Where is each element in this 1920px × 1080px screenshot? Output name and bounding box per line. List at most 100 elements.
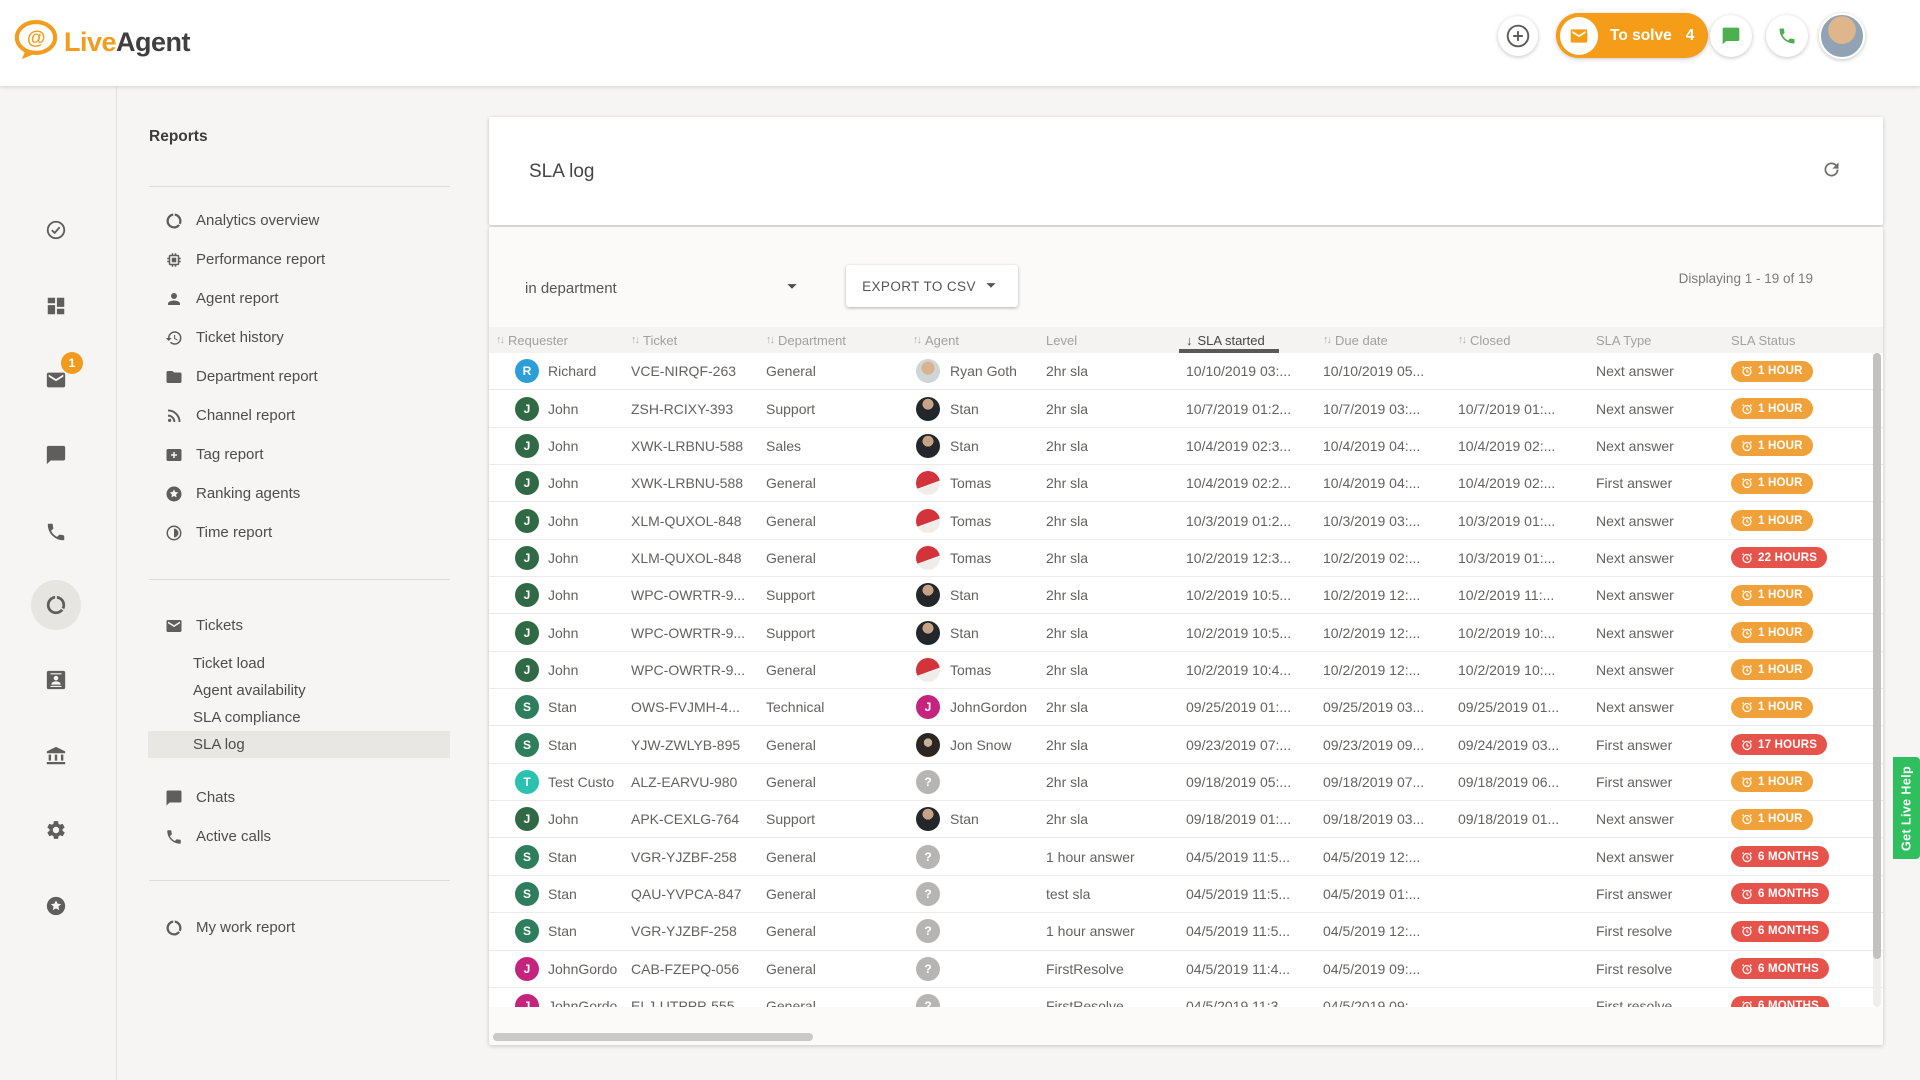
sidebar-item-agent-report[interactable]: Agent report — [117, 279, 478, 318]
requester-name: Test Custo — [548, 774, 614, 790]
sidebar-subitem-sla-compliance[interactable]: SLA compliance — [148, 704, 450, 731]
add-button[interactable] — [1498, 16, 1538, 56]
reports-icon — [45, 594, 67, 616]
sidebar-item-tickets[interactable]: Tickets — [117, 606, 478, 645]
sidebar-subitem-agent-availability[interactable]: Agent availability — [148, 677, 450, 704]
column-header-requester[interactable]: ↑↓Requester — [489, 327, 624, 353]
agent-name: Stan — [950, 625, 979, 641]
rail-contacts-button[interactable] — [36, 660, 76, 700]
agent-cell: Stan — [906, 801, 1039, 837]
sidebar-item-time-report[interactable]: Time report — [117, 513, 478, 552]
requester-name: Stan — [548, 923, 577, 939]
department-filter-select[interactable]: in department — [525, 275, 803, 301]
column-header-department[interactable]: ↑↓Department — [759, 327, 906, 353]
requester-avatar: T — [515, 770, 539, 794]
sla-status-label: 1 HOUR — [1758, 515, 1803, 527]
level-value: FirstResolve — [1046, 998, 1124, 1007]
due-date-cell-value: 10/2/2019 12:... — [1323, 625, 1420, 641]
vertical-scrollbar-thumb[interactable] — [1873, 353, 1881, 959]
horizontal-scrollbar[interactable] — [489, 1033, 1883, 1041]
unknown-agent-avatar: ? — [916, 957, 940, 981]
table-row[interactable]: JJohnGordoELJ-UTPPP-555General?FirstReso… — [489, 988, 1883, 1007]
table-row[interactable]: JJohnGordoCAB-FZEPQ-056General?FirstReso… — [489, 951, 1883, 988]
sidebar-subitem-label: Ticket load — [193, 655, 265, 672]
rail-tasks-button[interactable] — [36, 210, 76, 250]
column-header-ticket[interactable]: ↑↓Ticket — [624, 327, 759, 353]
user-avatar[interactable] — [1819, 13, 1865, 59]
horizontal-scrollbar-thumb[interactable] — [493, 1033, 813, 1041]
table-row[interactable]: JJohnXLM-QUXOL-848GeneralTomas2hr sla10/… — [489, 502, 1883, 539]
alarm-icon — [1741, 888, 1753, 900]
table-row[interactable]: JJohnWPC-OWRTR-9...SupportStan2hr sla10/… — [489, 577, 1883, 614]
rail-reports-button[interactable] — [31, 580, 81, 630]
table-row[interactable]: SStanQAU-YVPCA-847General?test sla04/5/2… — [489, 876, 1883, 913]
sidebar-item-chats[interactable]: Chats — [117, 778, 478, 817]
rail-calls-button[interactable] — [36, 512, 76, 552]
level-cell: FirstResolve — [1039, 988, 1179, 1007]
table-row[interactable]: SStanVGR-YJZBF-258General?1 hour answer0… — [489, 838, 1883, 875]
get-live-help-tab[interactable]: Get Live Help — [1893, 757, 1920, 859]
sidebar-item-performance-report[interactable]: Performance report — [117, 240, 478, 279]
tickets-badge: 1 — [61, 352, 83, 374]
level-value: 2hr sla — [1046, 513, 1088, 529]
table-row[interactable]: JJohnWPC-OWRTR-9...GeneralTomas2hr sla10… — [489, 652, 1883, 689]
sidebar-subitem-ticket-load[interactable]: Ticket load — [148, 650, 450, 677]
sidebar-item-label: Performance report — [196, 251, 325, 268]
sidebar-item-tag-report[interactable]: Tag report — [117, 435, 478, 474]
table-row[interactable]: SStanOWS-FVJMH-4...TechnicalJJohnGordon2… — [489, 689, 1883, 726]
sidebar-item-ticket-history[interactable]: Ticket history — [117, 318, 478, 357]
sidebar-item-analytics-overview[interactable]: Analytics overview — [117, 201, 478, 240]
sidebar-item-department-report[interactable]: Department report — [117, 357, 478, 396]
due-date-cell-value: 04/5/2019 01:... — [1323, 886, 1420, 902]
level-value: 2hr sla — [1046, 662, 1088, 678]
refresh-button[interactable] — [1815, 153, 1847, 185]
level-value: 2hr sla — [1046, 401, 1088, 417]
closed-cell-value: 10/2/2019 10:... — [1458, 662, 1555, 678]
export-label: EXPORT TO CSV — [862, 279, 976, 294]
column-header-agent[interactable]: ↑↓Agent — [906, 327, 1039, 353]
svg-text:@: @ — [27, 28, 46, 49]
sla-type-cell-value: First resolve — [1596, 998, 1672, 1007]
column-header-due-date[interactable]: ↑↓Due date — [1316, 327, 1451, 353]
rail-tickets-button[interactable]: 1 — [36, 360, 76, 400]
export-to-csv-button[interactable]: EXPORT TO CSV — [846, 265, 1018, 307]
table-row[interactable]: SStanVGR-YJZBF-258General?1 hour answer0… — [489, 913, 1883, 950]
column-header-sla-started[interactable]: ↓SLA started — [1179, 327, 1316, 353]
column-header-label: Agent — [925, 333, 959, 348]
alarm-icon — [1741, 664, 1753, 676]
chats-button[interactable] — [1710, 15, 1752, 57]
column-header-level[interactable]: Level — [1039, 327, 1179, 353]
column-header-closed[interactable]: ↑↓Closed — [1451, 327, 1589, 353]
rail-upgrade-button[interactable] — [36, 886, 76, 926]
rail-companies-button[interactable] — [36, 736, 76, 776]
sidebar-item-ranking-agents[interactable]: Ranking agents — [117, 474, 478, 513]
table-row[interactable]: JJohnXLM-QUXOL-848GeneralTomas2hr sla10/… — [489, 540, 1883, 577]
department-name: Sales — [766, 438, 801, 454]
sidebar-item-my-work-report[interactable]: My work report — [117, 908, 478, 947]
department-cell: Support — [759, 577, 906, 613]
column-header-sla-type[interactable]: SLA Type — [1589, 327, 1724, 353]
column-header-sla-status[interactable]: SLA Status — [1724, 327, 1883, 353]
sidebar-subitem-sla-log[interactable]: SLA log — [148, 731, 450, 758]
sidebar-item-channel-report[interactable]: Channel report — [117, 396, 478, 435]
table-row[interactable]: JJohnAPK-CEXLG-764SupportStan2hr sla09/1… — [489, 801, 1883, 838]
table-row[interactable]: SStanYJW-ZWLYB-895GeneralJon Snow2hr sla… — [489, 726, 1883, 763]
vertical-scrollbar[interactable] — [1873, 353, 1881, 1007]
requester-avatar: J — [515, 546, 539, 570]
table-row[interactable]: TTest CustoALZ-EARVU-980General?2hr sla0… — [489, 764, 1883, 801]
sidebar-item-active-calls[interactable]: Active calls — [117, 817, 478, 856]
chevron-down-icon — [781, 275, 803, 301]
calls-button[interactable] — [1766, 15, 1808, 57]
table-row[interactable]: JJohnXWK-LRBNU-588GeneralTomas2hr sla10/… — [489, 465, 1883, 502]
table-row[interactable]: RRichardVCE-NIRQF-263GeneralRyan Goth2hr… — [489, 353, 1883, 390]
table-row[interactable]: JJohnZSH-RCIXY-393SupportStan2hr sla10/7… — [489, 390, 1883, 427]
app-logo[interactable]: @ LiveAgent — [14, 20, 190, 65]
table-row[interactable]: JJohnWPC-OWRTR-9...SupportStan2hr sla10/… — [489, 614, 1883, 651]
rail-dashboard-button[interactable] — [36, 286, 76, 326]
table-row[interactable]: JJohnXWK-LRBNU-588SalesStan2hr sla10/4/2… — [489, 428, 1883, 465]
rail-chats-button[interactable] — [36, 435, 76, 475]
sla-status-badge: 6 MONTHS — [1731, 846, 1829, 867]
rail-settings-button[interactable] — [36, 810, 76, 850]
to-solve-button[interactable]: To solve 4 — [1556, 13, 1708, 58]
agent-name: Jon Snow — [950, 737, 1011, 753]
